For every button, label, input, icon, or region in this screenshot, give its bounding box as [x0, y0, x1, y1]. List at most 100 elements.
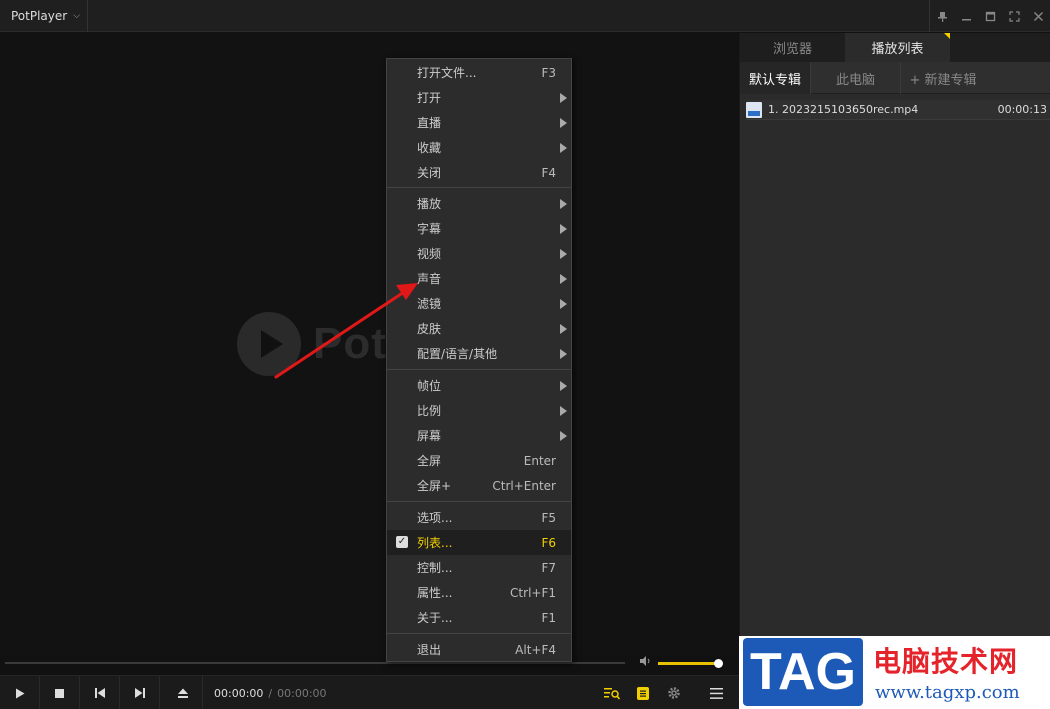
menu-item-close[interactable]: 关闭 F4 — [387, 160, 571, 185]
menu-item-label: 选项... — [417, 511, 453, 525]
time-display: 00:00:00 / 00:00:00 — [214, 676, 327, 709]
menu-item-label: 全屏 — [417, 454, 442, 468]
window-controls — [929, 0, 1050, 32]
main-menu-icon[interactable] — [701, 676, 731, 709]
menu-item-shortcut: F7 — [541, 560, 556, 575]
menu-item-screen[interactable]: 屏幕 — [387, 423, 571, 448]
menu-item-about[interactable]: 关于... F1 — [387, 605, 571, 630]
chevron-down-icon: ⌵ — [73, 11, 81, 21]
menu-item-audio[interactable]: 声音 — [387, 266, 571, 291]
menu-item-fullscreen-plus[interactable]: 全屏+ Ctrl+Enter — [387, 473, 571, 498]
playlist-item-duration: 00:00:13 — [997, 103, 1047, 116]
close-icon[interactable] — [1026, 0, 1050, 32]
menu-item-shortcut: Alt+F4 — [515, 642, 556, 657]
submenu-arrow-icon — [560, 380, 567, 391]
play-icon[interactable] — [0, 676, 40, 709]
volume-icon[interactable] — [640, 656, 652, 669]
menu-item-open-file[interactable]: 打开文件... F3 — [387, 60, 571, 85]
menu-item-filters[interactable]: 滤镜 — [387, 291, 571, 316]
menu-separator — [387, 633, 571, 634]
menu-item-playlist[interactable]: ✓ 列表... F6 — [387, 530, 571, 555]
menu-item-label: 打开 — [417, 91, 442, 105]
menu-item-label: 控制... — [417, 561, 453, 575]
volume-slider[interactable] — [658, 662, 718, 665]
total-time: 00:00:00 — [277, 686, 327, 700]
watermark-logo: TAG — [743, 638, 863, 706]
checkmark-icon: ✓ — [396, 536, 408, 548]
menu-item-label: 比例 — [417, 404, 442, 418]
eject-icon[interactable] — [163, 676, 203, 709]
tab-playlist[interactable]: 播放列表 — [845, 33, 950, 62]
menu-item-label: 屏幕 — [417, 429, 442, 443]
next-icon[interactable] — [120, 676, 160, 709]
menu-item-frame[interactable]: 帧位 — [387, 373, 571, 398]
submenu-arrow-icon — [560, 117, 567, 128]
menu-item-control[interactable]: 控制... F7 — [387, 555, 571, 580]
menu-item-fullscreen[interactable]: 全屏 Enter — [387, 448, 571, 473]
previous-icon[interactable] — [80, 676, 120, 709]
menu-item-skins[interactable]: 皮肤 — [387, 316, 571, 341]
menu-item-label: 字幕 — [417, 222, 442, 236]
settings-gear-icon[interactable] — [659, 676, 689, 709]
menu-separator — [387, 501, 571, 502]
playlist-panel: 浏览器 播放列表 默认专辑 此电脑 + 新建专辑 1. 202321510365… — [739, 33, 1050, 636]
submenu-arrow-icon — [560, 430, 567, 441]
album-tabs: 默认专辑 此电脑 + 新建专辑 — [740, 62, 1050, 94]
menu-item-shortcut: F1 — [541, 610, 556, 625]
menu-item-options[interactable]: 选项... F5 — [387, 505, 571, 530]
submenu-arrow-icon — [560, 142, 567, 153]
submenu-arrow-icon — [560, 323, 567, 334]
pin-icon[interactable] — [930, 0, 954, 32]
menu-item-subtitles[interactable]: 字幕 — [387, 216, 571, 241]
menu-item-config-language[interactable]: 配置/语言/其他 — [387, 341, 571, 366]
submenu-arrow-icon — [560, 405, 567, 416]
volume-slider-handle[interactable] — [714, 659, 723, 668]
menu-item-favorites[interactable]: 收藏 — [387, 135, 571, 160]
tab-this-pc[interactable]: 此电脑 — [811, 62, 901, 94]
current-time: 00:00:00 — [214, 686, 264, 700]
menu-item-label: 声音 — [417, 272, 442, 286]
menu-item-label: 帧位 — [417, 379, 442, 393]
new-album-button[interactable]: + 新建专辑 — [901, 62, 985, 94]
menu-item-open[interactable]: 打开 — [387, 85, 571, 110]
menu-item-aspect-ratio[interactable]: 比例 — [387, 398, 571, 423]
menu-item-shortcut: Enter — [523, 453, 556, 468]
menu-item-video[interactable]: 视频 — [387, 241, 571, 266]
menu-item-live[interactable]: 直播 — [387, 110, 571, 135]
app-menu-button[interactable]: PotPlayer ⌵ — [0, 0, 88, 32]
maximize-icon[interactable] — [978, 0, 1002, 32]
time-separator: / — [268, 686, 273, 700]
playlist-item[interactable]: 1. 2023215103650rec.mp4 00:00:13 — [746, 100, 1050, 120]
menu-item-label: 滤镜 — [417, 297, 442, 311]
menu-item-label: 退出 — [417, 643, 442, 657]
menu-item-playback[interactable]: 播放 — [387, 191, 571, 216]
site-watermark: TAG 电脑技术网 www.tagxp.com — [739, 636, 1050, 709]
menu-item-label: 配置/语言/其他 — [417, 347, 498, 361]
submenu-arrow-icon — [560, 223, 567, 234]
menu-item-shortcut: F5 — [541, 510, 556, 525]
menu-item-label: 关于... — [417, 611, 453, 625]
menu-item-exit[interactable]: 退出 Alt+F4 — [387, 637, 571, 662]
panel-tabs: 浏览器 播放列表 — [740, 33, 1050, 62]
menu-item-label: 直播 — [417, 116, 442, 130]
minimize-icon[interactable] — [954, 0, 978, 32]
video-area[interactable]: PotPlayer — [0, 33, 738, 655]
tab-default-album[interactable]: 默认专辑 — [740, 62, 811, 94]
menu-item-shortcut: F3 — [541, 65, 556, 80]
menu-item-label: 收藏 — [417, 141, 442, 155]
menu-item-properties[interactable]: 属性... Ctrl+F1 — [387, 580, 571, 605]
title-bar: PotPlayer ⌵ — [0, 0, 1050, 32]
stop-icon[interactable] — [40, 676, 80, 709]
tab-browser[interactable]: 浏览器 — [740, 33, 845, 62]
menu-item-label: 列表... — [417, 536, 453, 550]
submenu-arrow-icon — [560, 248, 567, 259]
menu-item-label: 关闭 — [417, 166, 442, 180]
playlist-toggle-icon[interactable] — [628, 676, 658, 709]
menu-item-shortcut: Ctrl+F1 — [510, 585, 556, 600]
playlist-search-icon[interactable] — [597, 676, 627, 709]
submenu-arrow-icon — [560, 348, 567, 359]
menu-separator — [387, 369, 571, 370]
fullscreen-icon[interactable] — [1002, 0, 1026, 32]
seek-bar[interactable] — [5, 662, 625, 664]
submenu-arrow-icon — [560, 273, 567, 284]
